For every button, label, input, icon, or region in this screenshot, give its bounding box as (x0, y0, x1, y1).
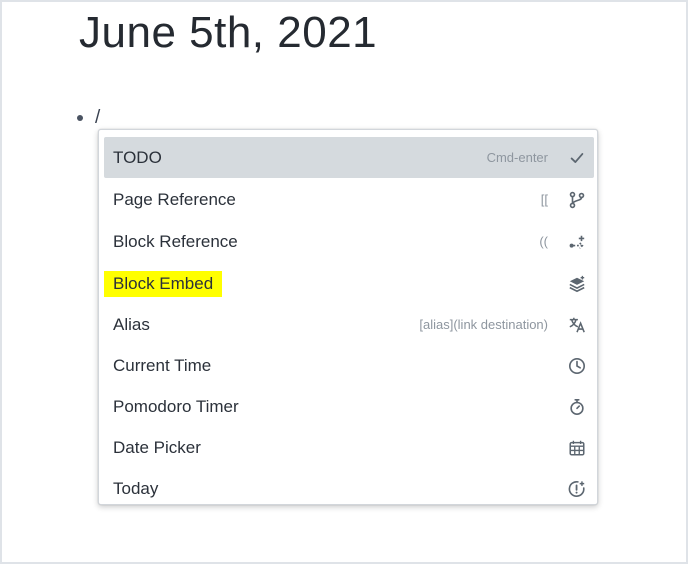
block-input[interactable]: / (95, 107, 100, 129)
menu-item-current-time[interactable]: Current Time (104, 345, 594, 386)
menu-item-today[interactable]: Today (104, 468, 594, 509)
menu-item-label: Today (113, 478, 159, 498)
menu-item-label: Pomodoro Timer (113, 396, 239, 416)
menu-item-shortcut: [alias](link destination) (419, 317, 548, 332)
time-alert-icon (567, 479, 587, 499)
menu-item-date-picker[interactable]: Date Picker (104, 427, 594, 468)
layers-icon (567, 274, 587, 294)
calendar-icon (567, 438, 587, 458)
menu-item-alias[interactable]: Alias [alias](link destination) (104, 304, 594, 345)
menu-item-block-reference[interactable]: Block Reference (( (104, 221, 594, 262)
stopwatch-icon (567, 397, 587, 417)
translate-icon (567, 315, 587, 335)
flow-branch-icon (567, 232, 587, 252)
git-branch-icon (567, 190, 587, 210)
slash-command-menu: TODO Cmd-enter Page Reference [[ Block R… (98, 129, 598, 505)
menu-item-shortcut: Cmd-enter (486, 150, 548, 165)
menu-item-label: Current Time (113, 355, 212, 375)
menu-item-label: Date Picker (113, 437, 201, 457)
menu-item-shortcut: [[ (540, 192, 548, 207)
block-row[interactable]: / (74, 106, 100, 130)
menu-item-pomodoro-timer[interactable]: Pomodoro Timer (104, 386, 594, 427)
menu-item-block-embed[interactable]: Block Embed (104, 263, 594, 304)
check-icon (567, 148, 587, 168)
menu-item-page-reference[interactable]: Page Reference [[ (104, 179, 594, 220)
clock-icon (567, 356, 587, 376)
page-title: June 5th, 2021 (79, 8, 378, 57)
menu-item-label: Alias (113, 314, 150, 334)
menu-item-shortcut: (( (539, 234, 548, 249)
menu-item-label: Block Embed (104, 270, 223, 297)
menu-item-label: Page Reference (113, 189, 236, 209)
bullet-icon[interactable] (77, 115, 83, 121)
menu-item-label: Block Reference (113, 231, 238, 251)
menu-item-todo[interactable]: TODO Cmd-enter (104, 137, 594, 178)
menu-item-label: TODO (113, 147, 162, 167)
